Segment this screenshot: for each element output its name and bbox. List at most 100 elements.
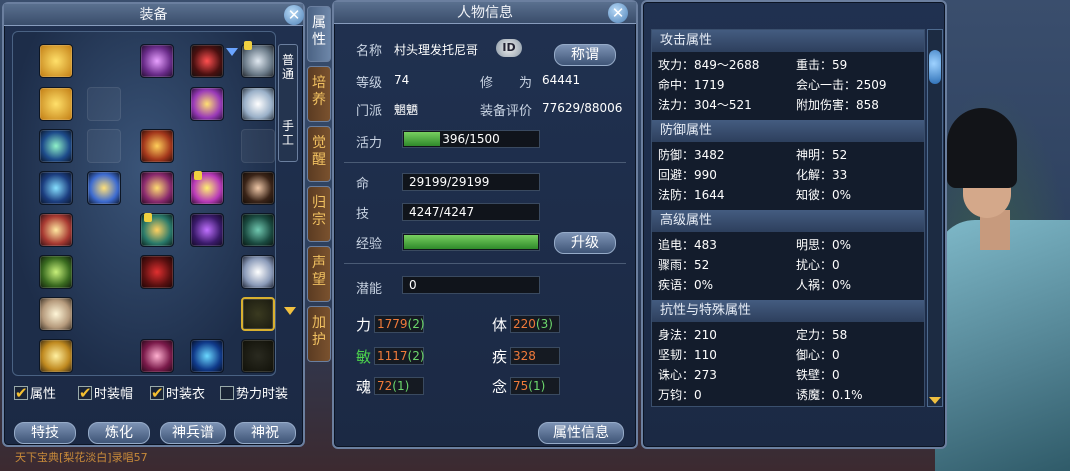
chat-line: 天下宝典[梨花淡白]录唱57 [15,451,148,464]
stat-value: 1117(2) [374,347,425,365]
equip-slot[interactable] [39,44,73,78]
equip-slot[interactable] [39,297,73,331]
equip-slot[interactable] [190,213,224,247]
attr-value: 法力：304～521 [658,98,752,112]
close-icon[interactable]: ✕ [608,3,628,23]
empty-slot[interactable] [87,87,121,121]
checkbox-faction-fashion[interactable]: 势力时装 [220,385,288,405]
scroll-down-icon[interactable] [929,397,941,404]
name-value: 村头理发托尼哥 [394,43,479,57]
special-skill-button[interactable]: 特技 [14,422,76,444]
stat-number: 1779 [377,317,408,331]
equip-slot[interactable] [39,129,73,163]
attr-section-header: 抗性与特殊属性 [652,300,924,322]
stat-value: 328 [510,347,560,365]
dropdown-arrow-icon[interactable] [226,48,238,56]
scroll-down-icon[interactable] [284,307,296,315]
checkbox-icon [78,383,92,403]
name-label: 名称 [356,44,383,59]
attr-value: 骤雨：52 [658,258,710,272]
equip-slot[interactable] [241,297,275,331]
hp-label: 命 [356,177,370,192]
lock-icon [194,171,202,180]
tab-return[interactable]: 归宗 [307,186,331,242]
tab-protection[interactable]: 加护 [307,306,331,362]
upgrade-button[interactable]: 升级 [554,232,616,254]
equip-slot[interactable] [39,213,73,247]
cultivation-label: 修 为 [480,76,533,91]
equip-slot[interactable] [140,171,174,205]
scrollbar[interactable] [927,29,943,407]
equip-slot[interactable] [39,339,73,373]
attr-value: 御心：0 [796,348,840,362]
blessing-button[interactable]: 神祝 [234,422,296,444]
tab-train[interactable]: 培养 [307,66,331,122]
stat-number: 1117 [377,349,408,363]
attr-section-header: 攻击属性 [652,30,924,52]
checkbox-fashion-hat[interactable]: 时装帽 [78,383,133,405]
sect-value: 魍魉 [394,103,419,117]
stat-bonus: (1) [528,379,546,393]
equipment-grid [12,31,276,376]
stat-number: 75 [513,379,529,393]
divider [344,162,626,163]
hp-value: 29199/29199 [402,173,540,191]
lock-icon [144,213,152,222]
equip-slot[interactable] [39,255,73,289]
equip-slot[interactable] [39,171,73,205]
equip-slot[interactable] [190,339,224,373]
equip-slot[interactable] [241,255,275,289]
scroll-thumb[interactable] [929,50,941,84]
stat-label: 魂 [356,378,372,396]
equip-score-label: 装备评价 [480,104,533,119]
tab-reputation[interactable]: 声望 [307,246,331,302]
checkbox-attributes[interactable]: 属性 [14,383,56,405]
skill-label: 技 [356,207,370,222]
equip-slot[interactable] [140,129,174,163]
checkbox-fashion-clothes[interactable]: 时装衣 [150,383,205,405]
lock-icon [244,41,252,50]
attr-value: 扰心：0 [796,258,840,272]
equip-slot[interactable] [140,255,174,289]
empty-slot[interactable] [87,129,121,163]
equip-slot[interactable] [241,213,275,247]
cultivation-value: 64441 [542,73,581,87]
attr-value: 身法：210 [658,328,717,342]
attr-value: 攻力：849～2688 [658,58,760,72]
exp-fill [404,235,538,249]
empty-slot[interactable] [241,129,275,163]
stat-label: 力 [356,316,372,334]
equip-slot[interactable] [241,171,275,205]
equip-slot[interactable] [140,44,174,78]
refine-button[interactable]: 炼化 [88,422,150,444]
id-badge[interactable]: ID [496,39,522,57]
equip-slot[interactable] [190,44,224,78]
attribute-info-button[interactable]: 属性信息 [538,422,624,444]
tab-normal[interactable]: 普通 [279,53,297,81]
attr-value: 重击：59 [796,58,848,72]
vitality-bar: 396/1500 [402,130,540,148]
equip-slot[interactable] [87,171,121,205]
tab-attributes[interactable]: 属性 [307,6,331,62]
close-icon[interactable]: ✕ [284,5,304,25]
stat-bonus: (1) [392,379,410,393]
attr-value: 疾语：0% [658,278,714,292]
checkbox-icon [14,383,28,403]
vitality-label: 活力 [356,136,383,151]
stat-label: 体 [492,316,508,334]
stat-bonus: (2) [407,317,425,331]
tab-awaken[interactable]: 觉醒 [307,126,331,182]
equip-slot[interactable] [190,87,224,121]
attr-value: 明思：0% [796,238,852,252]
equip-slot[interactable] [39,87,73,121]
vitality-value: 396/1500 [442,132,500,146]
equip-mode-tabs: 普通 手工 [278,44,298,162]
attr-value: 回避：990 [658,168,717,182]
equip-slot[interactable] [140,339,174,373]
equip-slot[interactable] [241,87,275,121]
tab-crafted[interactable]: 手工 [279,119,297,147]
weapon-book-button[interactable]: 神兵谱 [160,422,226,444]
title-button[interactable]: 称谓 [554,44,616,66]
equip-slot[interactable] [241,339,275,373]
stat-value: 72(1) [374,377,424,395]
